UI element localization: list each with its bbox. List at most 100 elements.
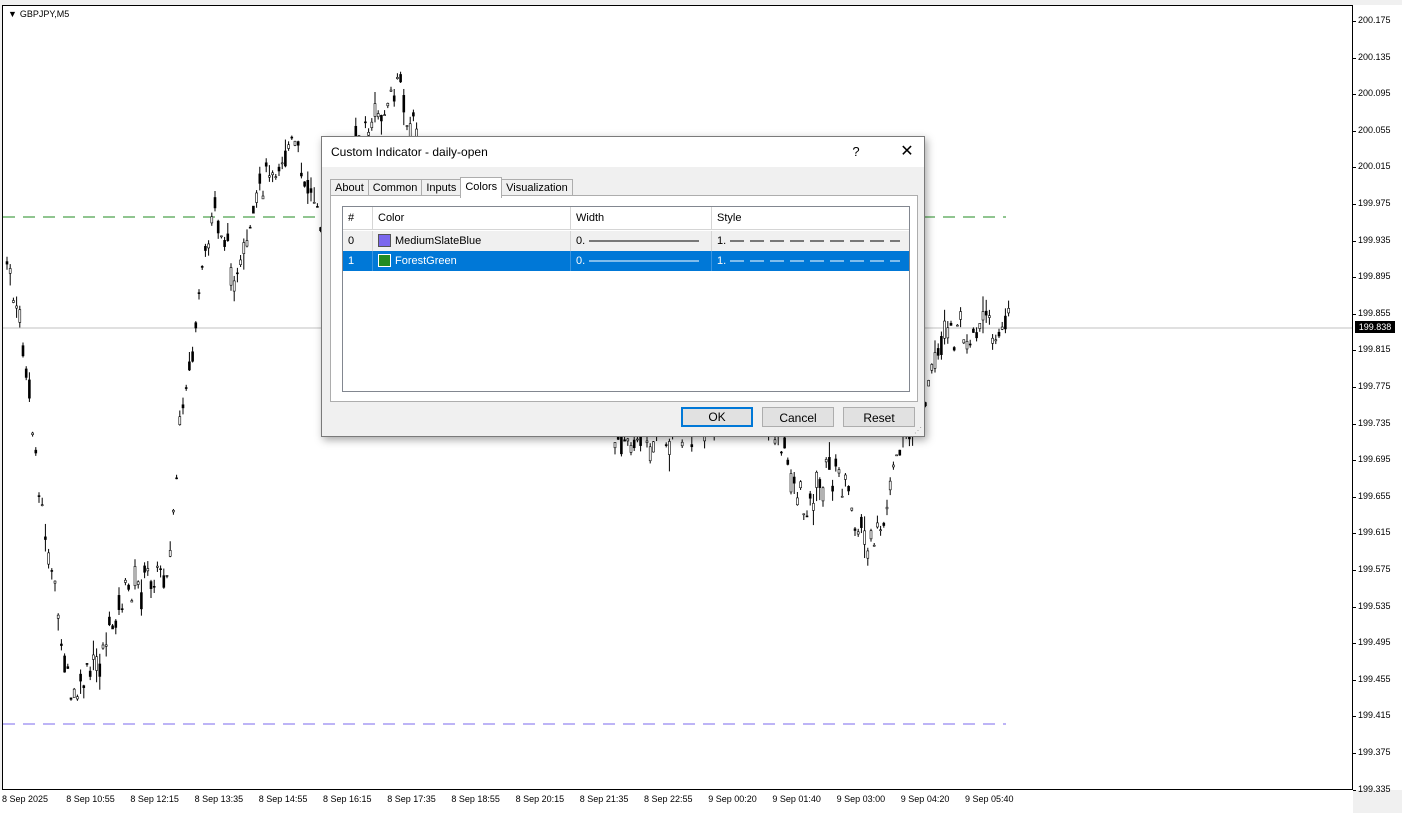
candle-body [808, 493, 812, 499]
resize-grip-icon[interactable]: ⋰ [914, 426, 922, 435]
candle-body [863, 530, 866, 545]
ok-button[interactable]: OK [681, 407, 753, 427]
color-cell[interactable]: MediumSlateBlue [373, 231, 571, 251]
candle-body [194, 322, 198, 329]
candle-body [300, 172, 303, 177]
reset-button[interactable]: Reset [843, 407, 915, 427]
candle-body [412, 112, 415, 117]
style-value: 1. [717, 235, 727, 247]
time-axis: 8 Sep 2025 8 Sep 10:55 8 Sep 12:15 8 Sep 13… [0, 790, 1353, 813]
candle-body [101, 644, 105, 649]
color-swatch [378, 233, 391, 247]
candle-body [680, 441, 684, 447]
candle-body [37, 495, 41, 497]
candle-body [296, 141, 300, 146]
candle-body [869, 530, 873, 540]
candle-body [952, 347, 956, 351]
candle-body [821, 487, 825, 502]
candle-body [962, 339, 966, 344]
candle-body [927, 380, 930, 387]
candle-body [988, 315, 991, 318]
candle-body [290, 136, 294, 139]
candle-body [53, 580, 57, 584]
row-index: 1 [343, 251, 373, 271]
header-index[interactable]: # [343, 207, 373, 230]
color-name: ForestGreen [395, 255, 457, 267]
style-cell[interactable]: 1. [712, 231, 909, 251]
candle-body [264, 162, 268, 167]
close-button[interactable]: ✕ [890, 137, 924, 167]
candle-body [5, 261, 9, 265]
candle-body [162, 575, 166, 588]
price-tick-label: 199.535 [1353, 600, 1391, 611]
candle-body [399, 74, 402, 83]
custom-indicator-dialog: Custom Indicator - daily-open ? ✕ About … [321, 136, 925, 437]
symbol-label[interactable]: ▼ GBPJPY,M5 [8, 9, 69, 19]
header-style[interactable]: Style [712, 207, 909, 230]
help-button[interactable]: ? [844, 137, 868, 167]
style-cell[interactable]: 1. [712, 251, 909, 271]
header-width[interactable]: Width [571, 207, 712, 230]
candle-body [844, 474, 847, 480]
candle-body [15, 305, 18, 309]
candle-body [242, 242, 246, 254]
candle-body [933, 352, 937, 369]
candle-body [975, 332, 978, 339]
candle-body [956, 324, 959, 327]
candle-body [799, 481, 802, 489]
candle-body [197, 292, 201, 294]
table-row[interactable]: 0 MediumSlateBlue 0. 1. [343, 231, 909, 251]
candle-body [831, 485, 834, 492]
candle-body [156, 565, 159, 568]
candle-body [306, 179, 310, 194]
time-tick-label: 8 Sep 21:35 [579, 794, 629, 804]
dropdown-triangle-icon[interactable]: ▼ [8, 9, 17, 19]
colors-panel: # Color Width Style 0 MediumSlateBlue 0.… [330, 195, 918, 402]
current-price-label: 199.838 [1355, 321, 1395, 333]
price-tick-label: 199.615 [1353, 527, 1391, 538]
candle-body [786, 459, 790, 465]
tab-colors[interactable]: Colors [460, 177, 503, 198]
candle-body [168, 550, 172, 557]
candle-body [943, 320, 946, 339]
color-cell[interactable]: ForestGreen [373, 251, 571, 271]
time-tick-label: 8 Sep 13:35 [194, 794, 244, 804]
width-cell[interactable]: 0. [571, 231, 712, 251]
dialog-titlebar[interactable]: Custom Indicator - daily-open ? ✕ [322, 137, 924, 167]
time-tick-label: 9 Sep 05:40 [965, 794, 1014, 804]
candle-body [252, 205, 255, 214]
candle-body [626, 438, 630, 442]
candle-body [66, 666, 70, 669]
candle-body [21, 345, 25, 357]
candle-body [690, 444, 694, 448]
candle-body [85, 663, 89, 665]
candle-body [159, 568, 162, 571]
candle-body [370, 121, 374, 128]
candle-body [120, 608, 124, 610]
candle-body [114, 620, 118, 628]
candle-body [79, 673, 82, 682]
candle-body [40, 504, 44, 506]
candle-body [623, 439, 626, 442]
candle-body [280, 162, 284, 165]
table-row[interactable]: 1 ForestGreen 0. 1. [343, 251, 909, 271]
header-color[interactable]: Color [373, 207, 571, 230]
candle-body [50, 570, 54, 572]
candle-body [95, 656, 98, 671]
time-tick-label: 9 Sep 04:20 [900, 794, 950, 804]
candle-body [392, 95, 396, 102]
candle-body [981, 311, 985, 321]
cancel-button[interactable]: Cancel [762, 407, 834, 427]
candle-body [248, 226, 252, 229]
candle-body [56, 614, 60, 619]
price-tick-label: 200.175 [1353, 15, 1391, 25]
candle-body [885, 506, 889, 510]
candle-body [940, 336, 943, 355]
width-cell[interactable]: 0. [571, 251, 712, 271]
colors-grid: # Color Width Style 0 MediumSlateBlue 0.… [342, 206, 910, 392]
price-tick-label: 200.135 [1353, 51, 1391, 62]
candle-body [629, 445, 633, 453]
price-tick-label: 199.575 [1353, 564, 1391, 574]
candle-body [146, 568, 150, 572]
price-tick-label: 199.455 [1353, 673, 1391, 684]
